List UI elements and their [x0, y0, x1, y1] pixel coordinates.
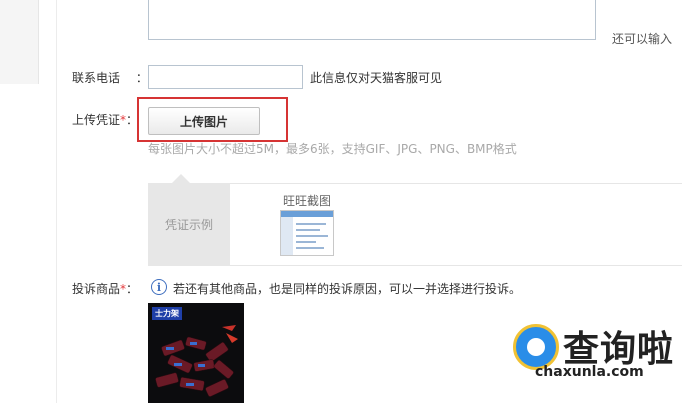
phone-input[interactable] — [148, 65, 303, 89]
remaining-chars-hint: 还可以输入 — [612, 32, 673, 46]
thumb-line — [296, 247, 324, 249]
thumb-line — [296, 223, 326, 225]
product-info-text: 若还有其他商品，也是同样的投诉原因，可以一并选择进行投诉。 — [173, 282, 522, 296]
product-label-colon: ： — [126, 282, 139, 296]
phone-label: 联系电话 ： — [72, 69, 148, 86]
upload-label-text: 上传凭证 — [72, 113, 121, 127]
upload-label: 上传凭证*： — [72, 111, 138, 128]
watermark-domain: chaxunla.com — [535, 364, 644, 380]
wangwang-screenshot-thumbnail[interactable] — [280, 210, 334, 256]
product-label-text: 投诉商品 — [72, 282, 121, 296]
left-sidebar-panel — [0, 0, 39, 84]
product-thumbnail[interactable]: 士力架 — [148, 303, 244, 403]
complaint-description-textarea[interactable] — [148, 0, 596, 40]
upload-highlight-box — [137, 97, 288, 142]
product-label: 投诉商品*： — [72, 280, 138, 297]
thumb-line — [296, 241, 316, 243]
upload-size-note: 每张图片大小不超过5M，最多6张，支持GIF、JPG、PNG、BMP格式 — [148, 142, 517, 156]
thumb-sidebar — [281, 217, 293, 255]
phone-visibility-note: 此信息仅对天猫客服可见 — [310, 71, 443, 85]
phone-label-colon: ： — [135, 71, 148, 85]
phone-label-text: 联系电话 — [72, 71, 121, 85]
wangwang-screenshot-title: 旺旺截图 — [283, 194, 332, 208]
example-caret — [172, 174, 190, 183]
example-tab[interactable]: 凭证示例 — [148, 183, 230, 266]
product-candy-pile — [155, 325, 238, 397]
thumb-line — [296, 235, 328, 237]
thumb-line — [296, 229, 320, 231]
info-icon: i — [151, 279, 167, 295]
left-divider — [56, 0, 57, 403]
site-watermark: 查询啦 chaxunla.com — [505, 318, 682, 403]
